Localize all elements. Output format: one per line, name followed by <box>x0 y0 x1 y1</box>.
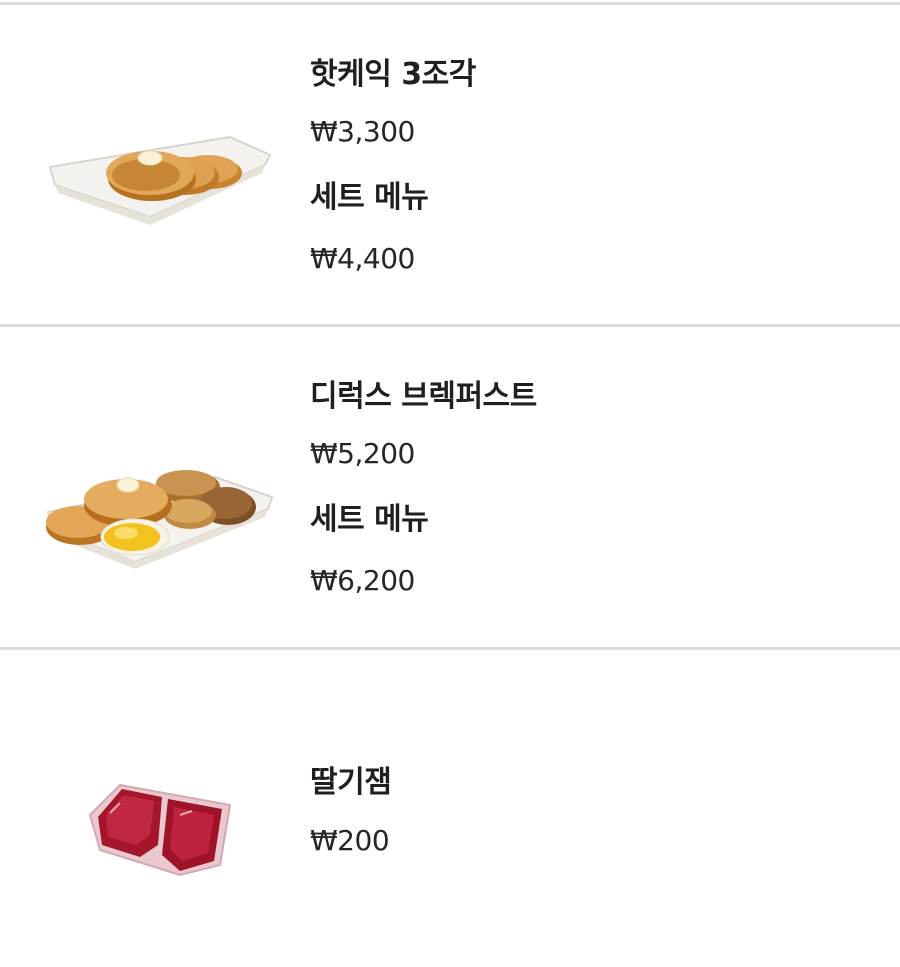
set-menu-label: 세트 메뉴 <box>310 180 429 215</box>
item-price: ₩200 <box>310 824 390 857</box>
strawberry-jam-cup-image <box>88 783 232 877</box>
hotcakes-tray-image <box>48 135 272 225</box>
item-price: ₩5,200 <box>310 437 415 470</box>
set-menu-price: ₩4,400 <box>310 242 415 275</box>
set-menu-price: ₩6,200 <box>310 564 415 597</box>
menu-item-hotcakes[interactable]: 핫케익 3조각 ₩3,300 세트 메뉴 ₩4,400 <box>0 5 900 325</box>
item-name: 디럭스 브렉퍼스트 <box>310 379 537 414</box>
menu-item-strawberry-jam[interactable]: 딸기잼 ₩200 <box>0 650 900 967</box>
menu-item-deluxe-breakfast[interactable]: 디럭스 브렉퍼스트 ₩5,200 세트 메뉴 ₩6,200 <box>0 327 900 647</box>
item-name: 핫케익 3조각 <box>310 57 476 92</box>
set-menu-label: 세트 메뉴 <box>310 502 429 537</box>
item-price: ₩3,300 <box>310 115 415 148</box>
deluxe-breakfast-tray-image <box>46 470 274 569</box>
item-name: 딸기잼 <box>310 765 392 800</box>
